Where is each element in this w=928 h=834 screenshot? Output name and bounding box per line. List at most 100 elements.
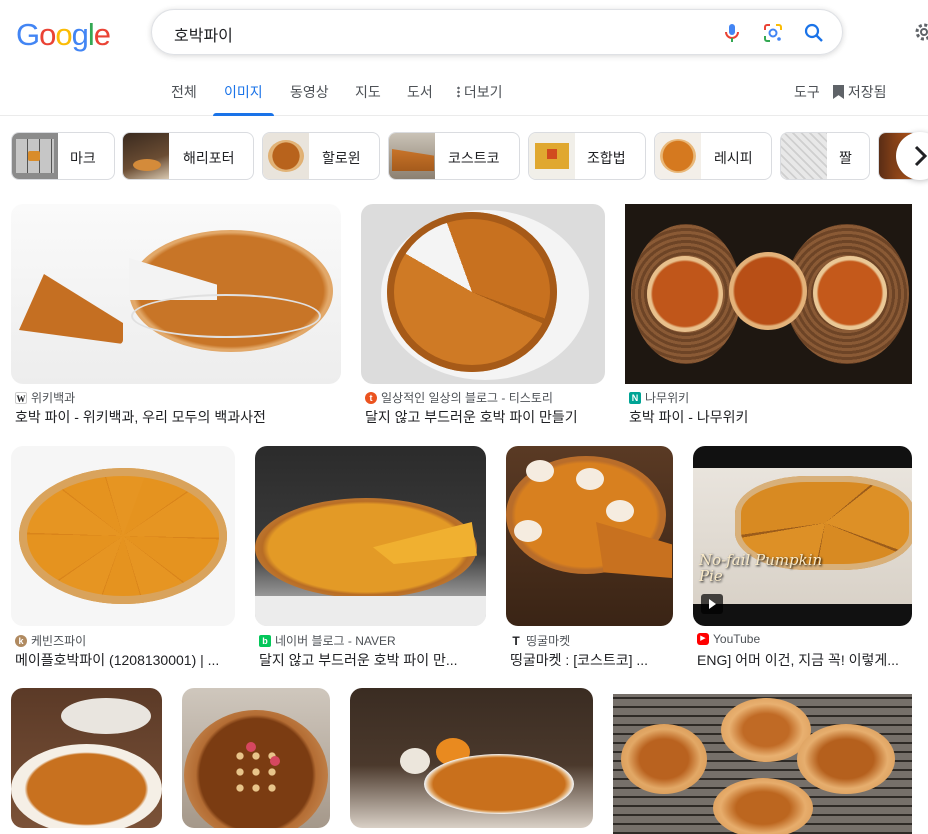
search-input[interactable]: 호박파이	[174, 22, 233, 46]
result-source[interactable]: T 띵굴마켓	[510, 632, 570, 649]
chips-next-button[interactable]	[896, 132, 928, 180]
result-image[interactable]	[11, 204, 341, 384]
more-vert-icon	[457, 86, 460, 98]
result-source[interactable]: ▶ YouTube	[697, 632, 760, 646]
header: Google 호박파이 전체 이미지 동영상 지도 도서 더보기 도구 저장됨	[0, 0, 928, 116]
result-title[interactable]: ENG] 어머 이건, 지금 꼭! 이렇게...	[697, 650, 912, 670]
search-icon[interactable]	[802, 21, 826, 45]
image-result[interactable]: W 위키백과 호박 파이 - 위키백과, 우리 모두의 백과사전	[11, 204, 341, 434]
result-source[interactable]: W 위키백과	[15, 389, 75, 406]
tab-maps[interactable]: 지도	[355, 82, 381, 116]
saved-label: 저장됨	[847, 84, 887, 100]
chip-recipe[interactable]: 레시피	[654, 132, 772, 180]
chip-thumbnail	[12, 133, 58, 179]
tab-images[interactable]: 이미지	[213, 82, 274, 116]
tab-more-label: 더보기	[463, 84, 503, 100]
video-overlay-text: No-fail Pumpkin Pie	[699, 551, 823, 585]
result-title[interactable]: 호박 파이 - 위키백과, 우리 모두의 백과사전	[15, 407, 341, 427]
source-label: 나무위키	[645, 391, 690, 405]
mic-icon[interactable]	[720, 21, 744, 45]
result-title[interactable]: 메이플호박파이 (1208130001) | ...	[15, 650, 235, 670]
result-image[interactable]	[350, 688, 593, 828]
youtube-icon: ▶	[697, 633, 709, 645]
image-result[interactable]: b 네이버 블로그 - NAVER 달지 않고 부드러운 호박 파이 만...	[255, 446, 486, 672]
favicon: t	[365, 391, 377, 404]
source-label: 케빈즈파이	[31, 634, 87, 648]
source-label: YouTube	[713, 632, 761, 646]
chip-thumbnail	[263, 133, 309, 179]
chip-thumbnail	[123, 133, 169, 179]
tools-button[interactable]: 도구	[794, 82, 820, 116]
chip-thumbnail	[529, 133, 575, 179]
result-image[interactable]	[11, 688, 162, 828]
source-label: 띵굴마켓	[526, 634, 571, 648]
image-result[interactable]	[182, 688, 330, 828]
result-title[interactable]: 띵굴마켓 : [코스트코] ...	[510, 650, 673, 670]
chip-minecraft[interactable]: 마크	[11, 132, 115, 180]
result-image[interactable]	[11, 446, 235, 626]
chip-harry-potter[interactable]: 해리포터	[122, 132, 254, 180]
chevron-right-icon	[914, 145, 928, 167]
chip-label: 마크	[70, 150, 96, 166]
search-box[interactable]: 호박파이	[151, 9, 843, 55]
chip-recipe-combo[interactable]: 조합법	[528, 132, 646, 180]
tab-all[interactable]: 전체	[171, 82, 197, 116]
source-label: 위키백과	[31, 391, 76, 405]
favicon: k	[15, 634, 27, 647]
chip-label: 짤	[839, 150, 852, 166]
favicon: W	[15, 391, 27, 404]
result-title[interactable]: 호박 파이 - 나무위키	[629, 407, 912, 427]
result-source[interactable]: b 네이버 블로그 - NAVER	[259, 632, 396, 649]
result-source[interactable]: k 케빈즈파이	[15, 632, 86, 649]
chip-thumbnail	[389, 133, 435, 179]
result-image[interactable]: No-fail Pumpkin Pie	[693, 446, 912, 626]
image-result[interactable]: k 케빈즈파이 메이플호박파이 (1208130001) | ...	[11, 446, 235, 672]
source-label: 일상적인 일상의 블로그 - 티스토리	[381, 391, 553, 405]
lens-icon[interactable]	[761, 21, 785, 45]
image-result[interactable]: No-fail Pumpkin Pie ▶ YouTube ENG] 어머 이건…	[693, 446, 912, 672]
logo-letter: G	[16, 17, 40, 52]
result-image[interactable]	[506, 446, 673, 626]
tab-videos[interactable]: 동영상	[290, 82, 329, 116]
result-image[interactable]	[255, 446, 486, 626]
result-title[interactable]: 달지 않고 부드러운 호박 파이 만들기	[365, 407, 605, 427]
result-image[interactable]	[182, 688, 330, 828]
logo-letter: g	[71, 17, 89, 52]
chip-halloween[interactable]: 할로윈	[262, 132, 380, 180]
image-result[interactable]	[613, 694, 912, 834]
gear-icon[interactable]	[912, 20, 928, 44]
related-chips: 마크 해리포터 할로윈 코스트코 조합법 레시피 짤	[0, 130, 928, 182]
bookmark-icon	[833, 85, 844, 99]
favicon: T	[510, 634, 522, 647]
result-source[interactable]: t 일상적인 일상의 블로그 - 티스토리	[365, 389, 553, 406]
chip-label: 해리포터	[183, 150, 235, 166]
source-label: 네이버 블로그 - NAVER	[275, 634, 396, 648]
favicon: N	[629, 391, 641, 404]
result-source[interactable]: N 나무위키	[629, 389, 689, 406]
chip-thumbnail	[781, 133, 827, 179]
chip-thumbnail	[655, 133, 701, 179]
logo-letter: e	[93, 17, 111, 52]
result-title[interactable]: 달지 않고 부드러운 호박 파이 만...	[259, 650, 486, 670]
image-result[interactable]: N 나무위키 호박 파이 - 나무위키	[625, 204, 912, 434]
image-result[interactable]	[11, 688, 162, 828]
result-image[interactable]	[613, 694, 912, 834]
tab-more[interactable]: 더보기	[457, 82, 503, 116]
google-logo[interactable]: Google	[16, 17, 111, 53]
favicon: b	[259, 634, 271, 647]
chip-label: 코스트코	[448, 150, 500, 166]
image-result[interactable]: T 띵굴마켓 띵굴마켓 : [코스트코] ...	[506, 446, 673, 672]
tab-books[interactable]: 도서	[407, 82, 433, 116]
search-tabs: 전체 이미지 동영상 지도 도서 더보기 도구 저장됨	[0, 82, 928, 116]
play-button[interactable]	[701, 594, 723, 614]
logo-letter: o	[39, 17, 56, 52]
chip-meme[interactable]: 짤	[780, 132, 870, 180]
image-result[interactable]	[350, 688, 593, 828]
logo-letter: o	[55, 17, 72, 52]
result-image[interactable]	[361, 204, 605, 384]
play-icon	[709, 599, 716, 609]
result-image[interactable]	[625, 204, 912, 384]
saved-button[interactable]: 저장됨	[833, 82, 887, 116]
image-result[interactable]: t 일상적인 일상의 블로그 - 티스토리 달지 않고 부드러운 호박 파이 만…	[361, 204, 605, 434]
chip-costco[interactable]: 코스트코	[388, 132, 520, 180]
